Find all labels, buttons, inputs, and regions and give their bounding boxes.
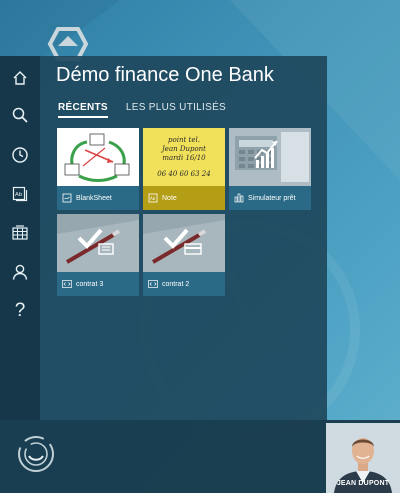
sidebar-item-documents[interactable]: Ab (0, 176, 40, 212)
svg-text:Ab: Ab (15, 192, 23, 198)
note-thumbnail: point tel. Jean Dupont mardi 16/10 06 40… (143, 128, 225, 186)
tile-caption: BlankSheet (57, 186, 139, 210)
tile-contract-2[interactable]: contrat 2 (143, 214, 225, 296)
user-icon (12, 264, 28, 280)
grid-icon (12, 225, 28, 240)
tile-loan-simulator[interactable]: Simulateur prêt (229, 128, 311, 210)
user-profile-card[interactable]: JEAN DUPONT (326, 423, 400, 493)
code-icon (148, 280, 158, 288)
note-line: point tel. (168, 136, 200, 144)
note-line: Jean Dupont (162, 145, 206, 153)
note-icon: Ab (148, 193, 158, 203)
sidebar-item-home[interactable] (0, 60, 40, 96)
tab-recents[interactable]: RÉCENTS (58, 102, 108, 118)
smile-logo-icon[interactable] (16, 434, 56, 474)
sheet-icon (62, 193, 72, 203)
tile-blanksheet[interactable]: BlankSheet (57, 128, 139, 210)
sidebar-item-search[interactable] (0, 97, 40, 133)
svg-text:Ab: Ab (150, 196, 156, 201)
contract-thumbnail (57, 214, 139, 272)
profile-name: JEAN DUPONT (336, 480, 390, 487)
sidebar-item-recent[interactable] (0, 137, 40, 173)
tab-bar: RÉCENTS LES PLUS UTILISÉS (58, 102, 226, 118)
tile-caption: contrat 3 (57, 272, 139, 296)
tile-note[interactable]: point tel. Jean Dupont mardi 16/10 06 40… (143, 128, 225, 210)
tile-caption: Ab Note (143, 186, 225, 210)
tab-most-used[interactable]: LES PLUS UTILISÉS (126, 102, 226, 118)
document-icon: Ab (12, 186, 28, 202)
blanksheet-thumbnail (57, 128, 139, 186)
search-icon (12, 107, 28, 123)
clock-icon (12, 147, 28, 163)
note-line: mardi 16/10 (162, 154, 206, 162)
home-icon (13, 71, 27, 85)
tile-label: contrat 2 (162, 280, 190, 288)
note-content: point tel. Jean Dupont mardi 16/10 06 40… (143, 136, 225, 179)
tile-label: Note (162, 194, 177, 202)
tile-label: BlankSheet (76, 194, 112, 202)
tile-contract-3[interactable]: contrat 3 (57, 214, 139, 296)
note-line: 06 40 60 63 24 (157, 170, 211, 178)
tile-caption: Simulateur prêt (229, 186, 311, 210)
contract-thumbnail (143, 214, 225, 272)
help-icon: ? (14, 300, 26, 321)
calculator-thumbnail (229, 128, 311, 186)
sidebar-item-user[interactable] (0, 254, 40, 290)
sidebar-item-grid[interactable] (0, 215, 40, 251)
code-icon (62, 280, 72, 288)
tile-caption: contrat 2 (143, 272, 225, 296)
tile-label: contrat 3 (76, 280, 104, 288)
page-title: Démo finance One Bank (56, 64, 274, 86)
sidebar-item-help[interactable]: ? (0, 293, 40, 329)
tile-label: Simulateur prêt (248, 194, 296, 202)
bar-chart-icon (234, 193, 244, 203)
